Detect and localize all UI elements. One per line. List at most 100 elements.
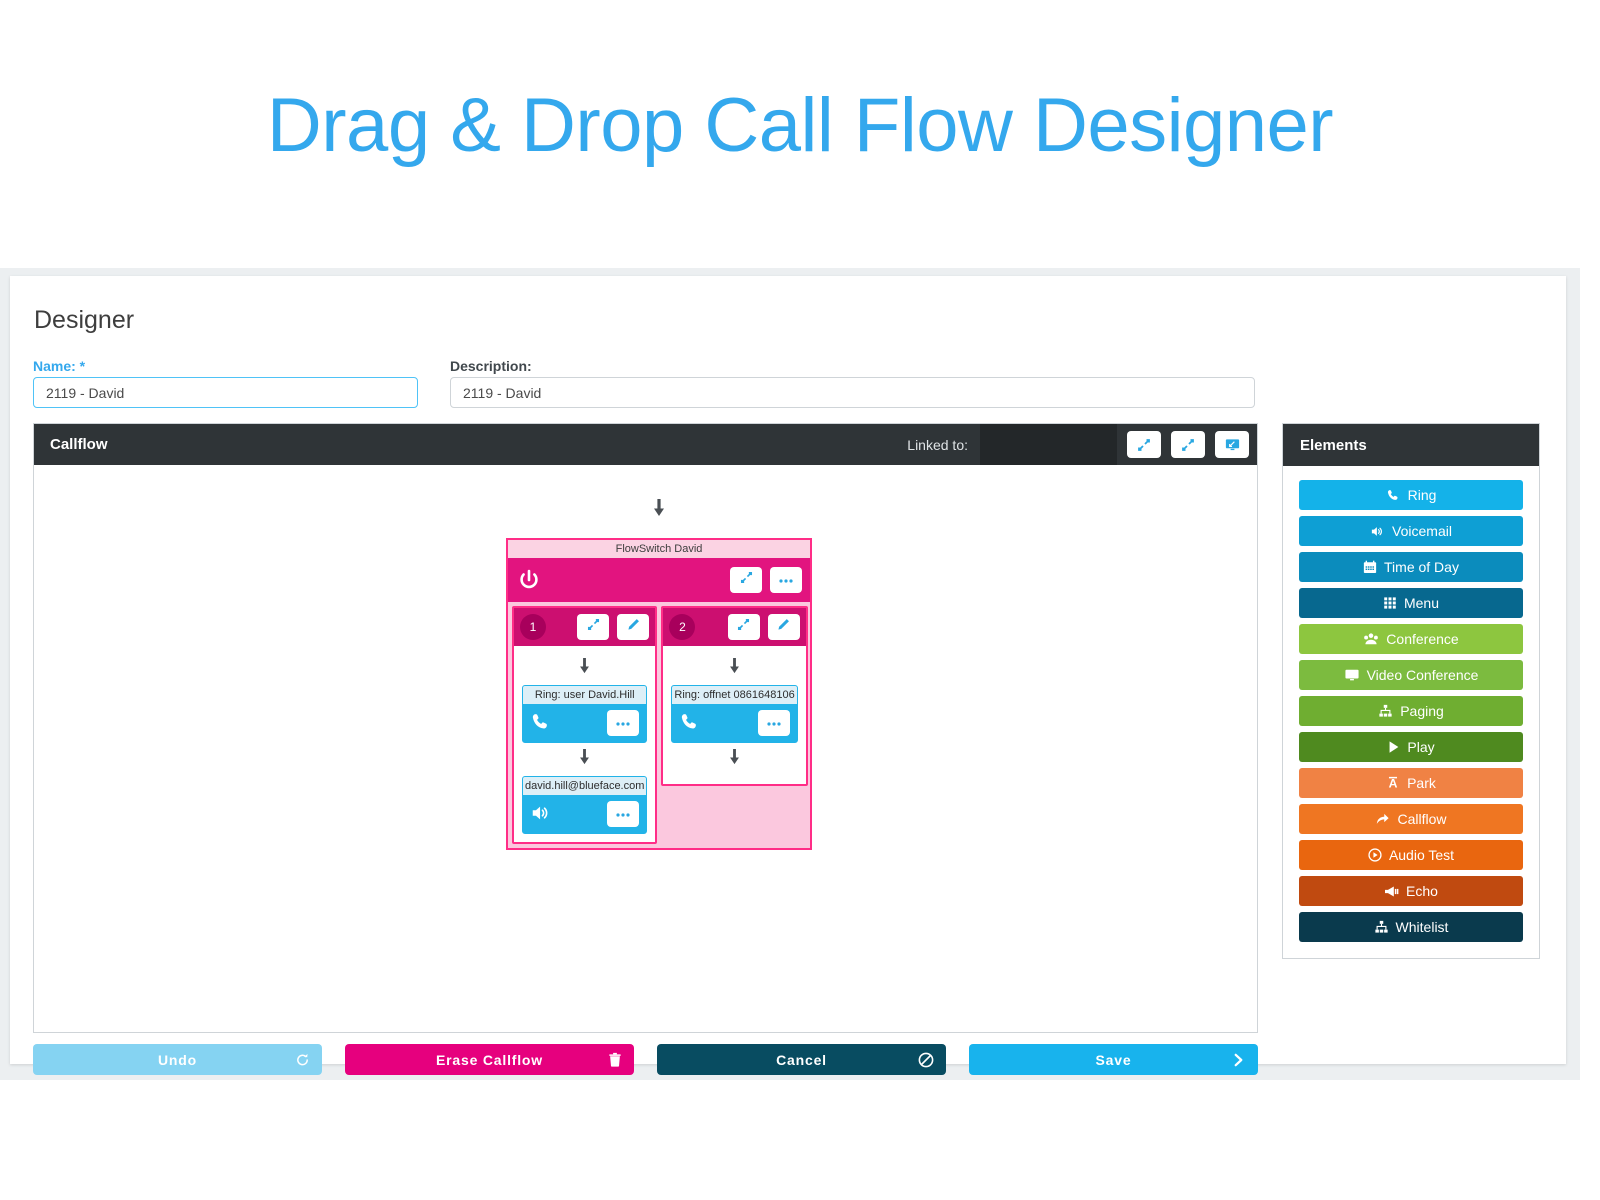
branch-1-collapse-button[interactable] (577, 614, 610, 640)
flowswitch-title: FlowSwitch David (508, 540, 810, 558)
sitemap-icon (1378, 704, 1393, 718)
park-icon: A (1386, 776, 1400, 790)
element-button-conference[interactable]: Conference (1299, 624, 1523, 654)
element-label: Whitelist (1395, 919, 1449, 935)
branch-1-edit-button[interactable] (617, 614, 650, 640)
flowswitch-more-button[interactable] (770, 567, 802, 593)
ring-node-2-more-button[interactable] (757, 710, 790, 736)
pencil-icon (626, 617, 641, 637)
collapse-icon (739, 570, 754, 590)
flowswitch-collapse-button[interactable] (730, 567, 762, 593)
element-button-audio-test[interactable]: Audio Test (1299, 840, 1523, 870)
branch-2-arrow-1 (671, 652, 797, 685)
element-button-ring[interactable]: Ring (1299, 480, 1523, 510)
branch-2-collapse-button[interactable] (727, 614, 760, 640)
element-button-echo[interactable]: Echo (1299, 876, 1523, 906)
element-button-menu[interactable]: Menu (1299, 588, 1523, 618)
monitor-icon (1344, 668, 1360, 682)
branch-1-number: 1 (520, 614, 546, 640)
element-button-video-conference[interactable]: Video Conference (1299, 660, 1523, 690)
sitemap-icon (1374, 920, 1389, 934)
grid-icon (1383, 596, 1397, 610)
branch-2-edit-button[interactable] (767, 614, 800, 640)
elements-panel: Elements Ring Voicemail Time of Day Menu Con… (1282, 423, 1540, 959)
element-button-paging[interactable]: Paging (1299, 696, 1523, 726)
branch-1-arrow-1 (522, 652, 647, 685)
branch-1[interactable]: 1 Ring: user David.Hill david.hill@bluef… (512, 606, 658, 844)
ring-node-1-label: Ring: user David.Hill (523, 686, 647, 704)
designer-card: Designer Name: * Description: Callflow L… (10, 276, 1566, 1075)
elements-header: Elements (1283, 424, 1539, 466)
branch-2[interactable]: 2 Ring: offnet 0861648106 (661, 606, 808, 786)
branch-1-header: 1 (514, 608, 656, 646)
element-label: Audio Test (1388, 847, 1455, 863)
ring-node-2-label: Ring: offnet 0861648106 (672, 686, 797, 704)
play-icon (1387, 740, 1400, 754)
branch-1-arrow-2 (522, 743, 647, 776)
undo-button[interactable]: Undo (33, 1044, 322, 1075)
element-label: Video Conference (1366, 667, 1479, 683)
flowswitch-node[interactable]: FlowSwitch David 1 Ring: user David.Hill… (506, 538, 812, 850)
ban-icon (918, 1052, 934, 1068)
element-label: Ring (1407, 487, 1437, 503)
page-title: Drag & Drop Call Flow Designer (266, 83, 1334, 168)
arrow-down-icon (730, 658, 739, 674)
trash-icon (608, 1052, 622, 1067)
element-label: Voicemail (1392, 523, 1452, 539)
element-button-whitelist[interactable]: Whitelist (1299, 912, 1523, 942)
element-label: Paging (1400, 703, 1444, 719)
power-icon (516, 567, 542, 593)
cancel-button[interactable]: Cancel (657, 1044, 946, 1075)
voicemail-node-1[interactable]: david.hill@blueface.com (522, 776, 648, 834)
save-button[interactable]: Save (969, 1044, 1258, 1075)
screen-button[interactable] (1215, 431, 1249, 458)
save-label: Save (1095, 1051, 1132, 1068)
flowswitch-branches: 1 Ring: user David.Hill david.hill@bluef… (508, 602, 810, 848)
collapse-button[interactable] (1127, 431, 1161, 458)
element-button-callflow[interactable]: Callflow (1299, 804, 1523, 834)
phone-icon (1386, 488, 1401, 503)
callflow-toolbar: Callflow Linked to: (34, 424, 1257, 465)
collapse-icon (586, 617, 601, 637)
conference-icon (1363, 632, 1379, 646)
elements-list: Ring Voicemail Time of Day Menu Conference Vi… (1283, 466, 1539, 958)
refresh-icon (295, 1052, 310, 1067)
linked-to-label: Linked to: (907, 436, 968, 453)
element-button-voicemail[interactable]: Voicemail (1299, 516, 1523, 546)
linked-to-field[interactable] (980, 424, 1117, 465)
erase-callflow-button[interactable]: Erase Callflow (345, 1044, 634, 1075)
calendar-icon (1363, 560, 1377, 574)
description-label: Description: (450, 358, 532, 374)
app-shell: Designer Name: * Description: Callflow L… (0, 268, 1580, 1080)
ring-node-1-more-button[interactable] (607, 710, 640, 736)
description-input[interactable] (450, 377, 1255, 408)
arrow-down-icon (580, 658, 590, 674)
ring-node-1[interactable]: Ring: user David.Hill (522, 685, 648, 743)
cancel-label: Cancel (776, 1051, 827, 1068)
ring-node-2[interactable]: Ring: offnet 0861648106 (671, 685, 798, 743)
share-arrow-icon (1375, 812, 1390, 826)
expand-icon (1180, 437, 1196, 453)
megaphone-icon (1384, 885, 1399, 898)
callflow-canvas[interactable]: FlowSwitch David 1 Ring: user David.Hill… (34, 465, 1257, 1032)
entry-arrow (494, 493, 824, 528)
element-label: Menu (1403, 595, 1440, 611)
expand-button[interactable] (1171, 431, 1205, 458)
name-label: Name: * (33, 358, 86, 374)
element-label: Play (1407, 739, 1435, 755)
voicemail-node-1-more-button[interactable] (607, 801, 640, 827)
element-label: Park (1407, 775, 1436, 791)
ellipsis-icon (778, 571, 794, 589)
element-button-play[interactable]: Play (1299, 732, 1523, 762)
callflow-panel: Callflow Linked to: FlowSwitch David 1 R… (33, 423, 1258, 1033)
ellipsis-icon (615, 714, 631, 732)
svg-text:A: A (1389, 777, 1398, 790)
erase-label: Erase Callflow (436, 1051, 543, 1068)
name-input[interactable] (33, 377, 418, 408)
element-button-time-of-day[interactable]: Time of Day (1299, 552, 1523, 582)
element-button-park[interactable]: A Park (1299, 768, 1523, 798)
chevron-right-icon (1231, 1052, 1246, 1068)
elements-title: Elements (1300, 436, 1367, 454)
monitor-icon (1224, 437, 1241, 453)
element-label: Callflow (1397, 811, 1447, 827)
